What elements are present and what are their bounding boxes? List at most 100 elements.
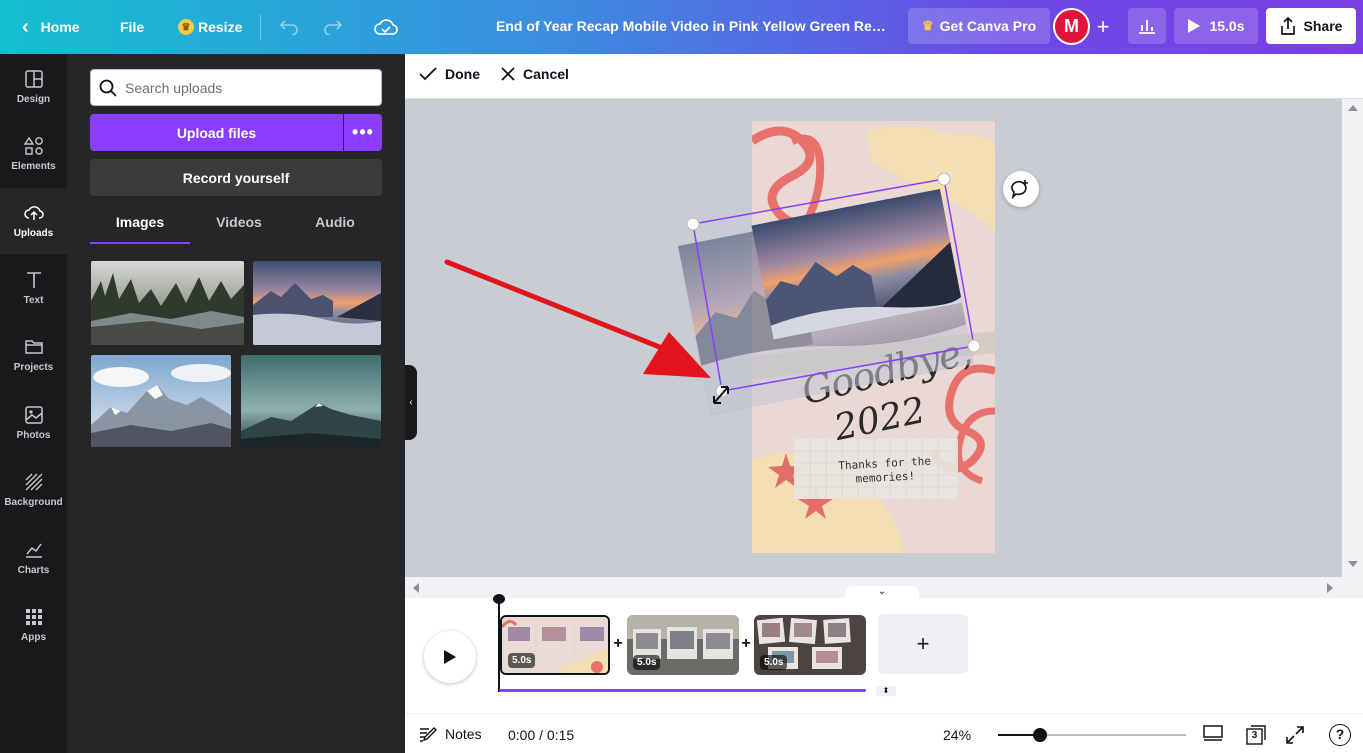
- uploads-panel: Upload files ••• Record yourself Images …: [67, 54, 405, 753]
- rail-item-elements[interactable]: Elements: [0, 121, 67, 187]
- zoom-slider[interactable]: [998, 728, 1186, 742]
- scroll-up-icon[interactable]: [1348, 105, 1358, 111]
- resize-handle-bottom-left[interactable]: [715, 384, 729, 398]
- search-input[interactable]: [125, 79, 365, 96]
- audio-track-progress: [499, 689, 866, 692]
- canvas-area[interactable]: Goodbye, 2022 Thanks for the memories!: [405, 99, 1342, 577]
- rail-item-design[interactable]: Design: [0, 54, 67, 120]
- design-page[interactable]: Goodbye, 2022 Thanks for the memories!: [752, 121, 995, 553]
- grid-view-icon: [1203, 725, 1223, 741]
- share-button[interactable]: Share: [1266, 8, 1356, 44]
- rail-label: Photos: [16, 430, 51, 441]
- zoom-slider-thumb[interactable]: [1033, 728, 1047, 742]
- layout-icon: [24, 70, 43, 88]
- rail-item-apps[interactable]: Apps: [0, 592, 67, 658]
- play-icon: [1188, 19, 1201, 33]
- upload-files-button[interactable]: Upload files: [90, 114, 343, 151]
- avatar[interactable]: M: [1053, 8, 1090, 45]
- pages-button[interactable]: 3: [1245, 724, 1267, 746]
- rail-label: Projects: [13, 362, 54, 373]
- add-collaborator-button[interactable]: +: [1088, 9, 1118, 45]
- add-transition-button[interactable]: +: [610, 635, 626, 653]
- comment-plus-icon: [1011, 180, 1028, 199]
- rail-item-background[interactable]: Background: [0, 457, 67, 523]
- help-button[interactable]: ?: [1329, 724, 1351, 746]
- rail-label: Charts: [17, 565, 50, 576]
- divider: [260, 14, 261, 40]
- chevron-left-icon: ‹: [22, 16, 29, 38]
- pro-label: Get Canva Pro: [939, 18, 1037, 34]
- resize-cursor-icon: [713, 386, 729, 404]
- play-button[interactable]: [424, 631, 476, 683]
- upload-image-teal-mountains[interactable]: [241, 355, 381, 447]
- clip-duration: 5.0s: [760, 655, 788, 670]
- forest-river-image: [91, 261, 244, 345]
- more-options-button[interactable]: •••: [344, 114, 382, 151]
- grid-view-button[interactable]: [1202, 725, 1224, 743]
- rail-item-uploads[interactable]: Uploads: [0, 188, 67, 254]
- file-menu-button[interactable]: File: [110, 9, 154, 45]
- rail-item-projects[interactable]: Projects: [0, 322, 67, 388]
- chevron-left-icon: ‹: [409, 397, 413, 408]
- add-transition-button[interactable]: +: [738, 635, 754, 653]
- add-comment-button[interactable]: [1003, 171, 1039, 207]
- track-expand-icon[interactable]: ⬍: [876, 686, 896, 696]
- annotation-arrow: [444, 259, 711, 378]
- resize-button[interactable]: ♛ Resize: [168, 9, 252, 45]
- zoom-level[interactable]: 24%: [943, 727, 971, 743]
- redo-button[interactable]: [318, 12, 348, 42]
- timeline-collapse-tab[interactable]: ⌄: [845, 586, 919, 598]
- scroll-right-icon[interactable]: [1327, 583, 1333, 593]
- duration-label: 15.0s: [1209, 18, 1245, 34]
- design-title[interactable]: End of Year Recap Mobile Video in Pink Y…: [496, 18, 888, 34]
- help-icon: ?: [1335, 726, 1345, 742]
- cancel-button[interactable]: Cancel: [501, 66, 569, 82]
- notes-button[interactable]: Notes: [419, 726, 482, 742]
- search-box[interactable]: [90, 69, 382, 106]
- upload-image-snowy-peaks[interactable]: [91, 355, 231, 447]
- upload-image-forest-river[interactable]: [91, 261, 244, 345]
- done-button[interactable]: Done: [419, 66, 480, 82]
- present-button[interactable]: 15.0s: [1174, 8, 1258, 44]
- record-yourself-button[interactable]: Record yourself: [90, 159, 382, 196]
- horizontal-scrollbar[interactable]: ⌄: [405, 577, 1363, 598]
- page-count: 3: [1251, 730, 1258, 741]
- upload-image-mountain-sunset[interactable]: [253, 261, 381, 345]
- tab-images[interactable]: Images: [90, 214, 190, 244]
- search-icon: [99, 79, 117, 97]
- rail-label: Apps: [21, 632, 46, 643]
- vertical-scrollbar[interactable]: [1342, 99, 1363, 577]
- shapes-icon: [23, 136, 43, 155]
- timeline-clip-3[interactable]: 5.0s: [754, 615, 866, 675]
- timeline-clip-2[interactable]: 5.0s: [627, 615, 739, 675]
- resize-handle-top-left[interactable]: [686, 217, 700, 231]
- bar-chart-icon: [1139, 20, 1155, 34]
- add-page-button[interactable]: +: [878, 614, 968, 674]
- timeline-clip-1[interactable]: 5.0s: [500, 615, 610, 675]
- rail-item-charts[interactable]: Charts: [0, 525, 67, 591]
- grid-icon: [25, 609, 42, 625]
- text-icon: [26, 272, 41, 288]
- get-pro-button[interactable]: ♛ Get Canva Pro: [908, 8, 1051, 44]
- collapse-panel-button[interactable]: ‹: [405, 365, 417, 440]
- file-label: File: [120, 19, 145, 35]
- hatch-icon: [25, 473, 42, 491]
- home-button[interactable]: ‹ Home: [12, 9, 90, 45]
- playhead-knob[interactable]: [493, 594, 505, 604]
- undo-button[interactable]: [274, 12, 304, 42]
- fullscreen-button[interactable]: [1285, 725, 1305, 745]
- undo-icon: [279, 20, 298, 35]
- crown-icon: ♛: [922, 18, 934, 33]
- redo-icon: [324, 20, 343, 35]
- cloud-check-icon: [374, 19, 398, 35]
- tab-videos[interactable]: Videos: [190, 214, 288, 244]
- folder-icon: [24, 340, 43, 354]
- rail-item-text[interactable]: Text: [0, 255, 67, 321]
- scroll-left-icon[interactable]: [413, 583, 419, 593]
- cloud-save-button[interactable]: [371, 12, 401, 42]
- scroll-down-icon[interactable]: [1348, 561, 1358, 567]
- tab-audio[interactable]: Audio: [288, 214, 382, 244]
- rail-item-photos[interactable]: Photos: [0, 390, 67, 456]
- insights-button[interactable]: [1128, 8, 1166, 44]
- plus-icon: +: [916, 631, 930, 656]
